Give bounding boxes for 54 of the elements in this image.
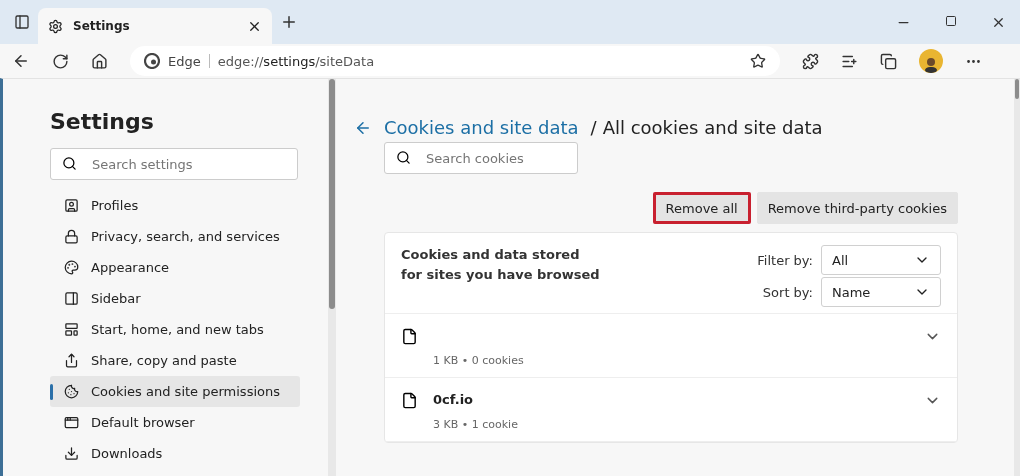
sidebar-icon — [64, 291, 79, 306]
browser-tab[interactable]: Settings — [38, 8, 272, 44]
favorite-add-icon[interactable] — [750, 53, 766, 69]
file-icon — [401, 328, 418, 345]
sidebar-item[interactable]: Downloads — [50, 438, 300, 469]
sidebar-item[interactable]: Share, copy and paste — [50, 345, 300, 376]
breadcrumb-link[interactable]: Cookies and site data — [384, 117, 579, 138]
back-icon[interactable] — [12, 52, 30, 70]
share-icon — [64, 353, 79, 368]
search-icon — [62, 156, 77, 171]
action-button[interactable]: Remove third-party cookies — [756, 192, 958, 224]
cookie-icon — [64, 384, 79, 399]
breadcrumb-separator: / — [590, 117, 597, 138]
sidebar-item[interactable]: Appearance — [50, 252, 300, 283]
site-name: 0cf.io — [433, 392, 475, 409]
avatar[interactable] — [919, 49, 943, 73]
sidebar-item[interactable]: Cookies and site permissions — [50, 376, 300, 407]
palette-icon — [64, 260, 79, 275]
scrollbar[interactable] — [1014, 79, 1020, 476]
address-bar[interactable]: Edge edge://settings/siteData — [130, 46, 780, 76]
file-icon — [401, 392, 418, 409]
extensions-icon[interactable] — [802, 52, 819, 70]
site-detail: 1 KB • 0 cookies — [433, 354, 525, 367]
browser-icon — [64, 415, 79, 430]
home-icon[interactable] — [91, 52, 108, 70]
collections-icon[interactable] — [880, 52, 897, 70]
sidebar-item[interactable]: Default browser — [50, 407, 300, 438]
sort-dropdown[interactable]: Name — [821, 277, 941, 307]
settings-icon — [48, 18, 63, 34]
profile-icon — [64, 198, 79, 213]
scrollbar[interactable] — [328, 79, 336, 476]
sidebar-item[interactable]: Profiles — [50, 190, 300, 221]
site-detail: 3 KB • 1 cookie — [433, 418, 519, 431]
sort-label: Sort by: — [761, 284, 813, 300]
search-icon — [396, 150, 411, 165]
lock-icon — [64, 229, 79, 244]
refresh-icon[interactable] — [52, 52, 69, 70]
sidebar-item[interactable]: Start, home, and new tabs — [50, 314, 300, 345]
sidebar-item[interactable]: Sidebar — [50, 283, 300, 314]
filter-label: Filter by: — [757, 252, 813, 268]
sidebar-item[interactable]: Privacy, search, and services — [50, 221, 300, 252]
search-field[interactable]: Search settings — [50, 148, 298, 180]
browser-name: Edge — [168, 53, 201, 69]
action-button[interactable]: Remove all — [652, 192, 751, 224]
new-tab-icon[interactable] — [280, 13, 298, 31]
search-field[interactable]: Search cookies — [384, 142, 578, 174]
tab-actions-icon[interactable] — [14, 14, 30, 30]
card-description: Cookies and data stored for sites you have browsed — [401, 246, 601, 284]
sidebar-title: Settings — [50, 109, 155, 134]
download-icon — [64, 446, 79, 461]
url-text: edge://settings/siteData — [217, 53, 375, 69]
filter-dropdown[interactable]: All — [821, 245, 941, 275]
page-title: All cookies and site data — [602, 117, 823, 138]
window-icon — [64, 322, 79, 337]
